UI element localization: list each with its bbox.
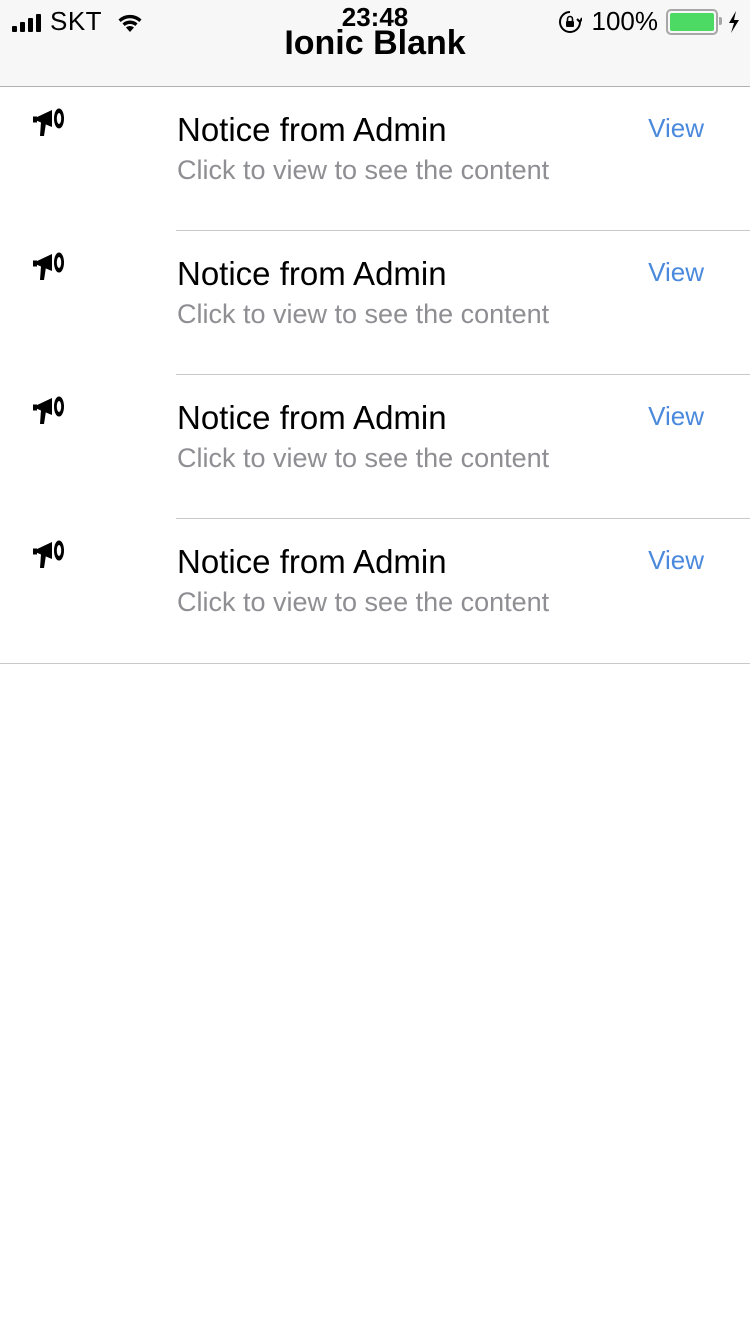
battery-level-fill (670, 12, 714, 31)
status-bar: SKT 23:48 100% (0, 0, 750, 40)
megaphone-icon (33, 540, 64, 568)
notice-description: Click to view to see the content (177, 299, 550, 329)
notice-description: Click to view to see the content (177, 443, 550, 473)
list-item[interactable]: Notice from Admin Click to view to see t… (0, 231, 750, 375)
list-item[interactable]: Notice from Admin Click to view to see t… (0, 87, 750, 231)
list-item[interactable]: Notice from Admin Click to view to see t… (0, 519, 750, 663)
view-button[interactable]: View (648, 113, 704, 144)
megaphone-icon (33, 396, 64, 424)
notice-title: Notice from Admin (177, 543, 447, 580)
status-right: 100% (558, 6, 741, 37)
notice-list: Notice from Admin Click to view to see t… (0, 87, 750, 664)
battery-tip (719, 16, 722, 25)
megaphone-icon (33, 252, 64, 280)
view-button[interactable]: View (648, 257, 704, 288)
notice-title: Notice from Admin (177, 399, 447, 436)
battery-percentage: 100% (591, 6, 659, 36)
notice-title: Notice from Admin (177, 255, 447, 292)
view-button[interactable]: View (648, 545, 704, 576)
rotation-lock-icon (558, 10, 582, 33)
notice-description: Click to view to see the content (177, 587, 550, 617)
megaphone-icon (33, 108, 64, 136)
notice-description: Click to view to see the content (177, 155, 550, 185)
battery-icon (666, 8, 722, 35)
notice-title: Notice from Admin (177, 111, 447, 148)
charging-bolt-icon (729, 10, 739, 33)
view-button[interactable]: View (648, 401, 704, 432)
list-item[interactable]: Notice from Admin Click to view to see t… (0, 375, 750, 519)
